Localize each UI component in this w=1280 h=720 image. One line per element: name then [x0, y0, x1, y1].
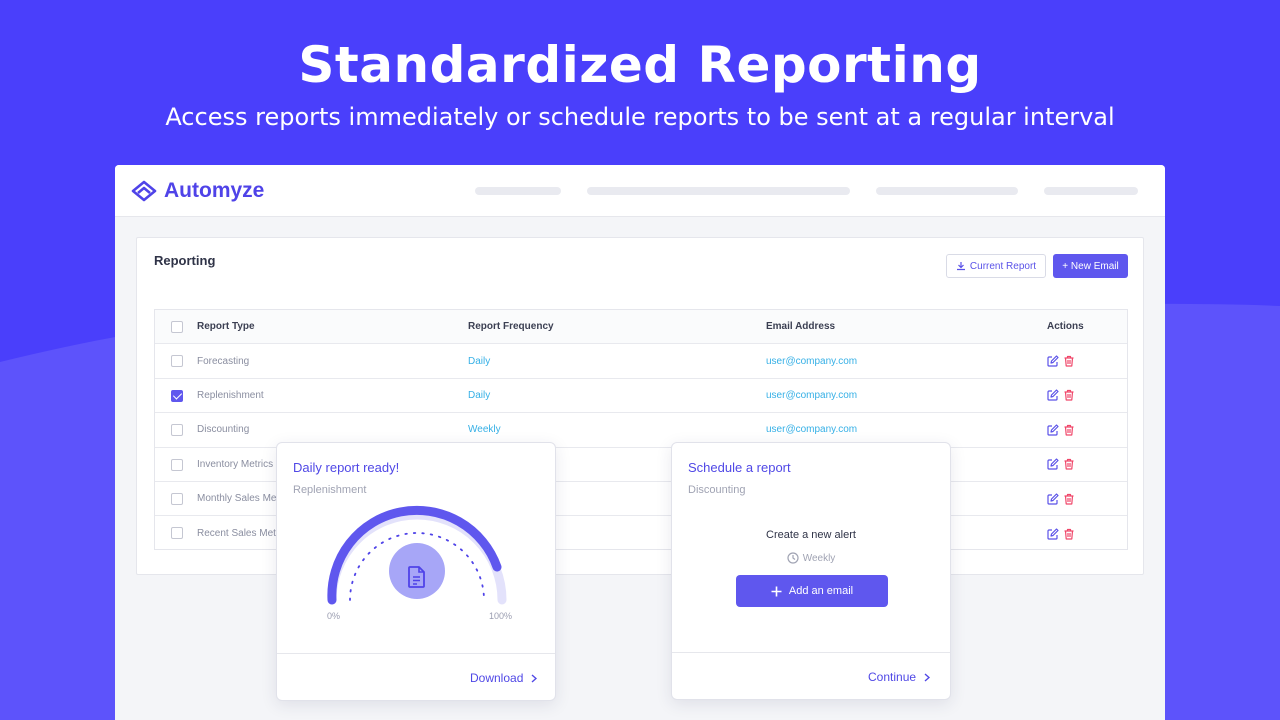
alert-frequency-label: Weekly: [802, 552, 836, 564]
schedule-card-footer: Continue: [672, 652, 950, 699]
schedule-card-title: Schedule a report: [688, 460, 791, 475]
report-frequency-cell: Daily: [468, 389, 491, 401]
add-email-button[interactable]: Add an email: [736, 575, 888, 607]
nav-placeholder-3[interactable]: [876, 187, 1018, 195]
daily-card-footer: Download: [277, 653, 555, 700]
nav-placeholder-4[interactable]: [1044, 187, 1138, 195]
trash-icon[interactable]: [1063, 355, 1075, 367]
col-email-address: Email Address: [766, 321, 836, 333]
col-report-type: Report Type: [197, 321, 255, 333]
chevron-right-icon: [924, 672, 931, 682]
clock-icon: [787, 552, 799, 564]
download-icon: [956, 262, 965, 271]
email-address-cell[interactable]: user@company.com: [766, 344, 857, 377]
select-all-checkbox[interactable]: [171, 321, 183, 333]
logo-icon: [131, 180, 157, 202]
logo-text: Automyze: [164, 179, 265, 202]
row-checkbox[interactable]: [171, 424, 183, 437]
gauge-min-label: 0%: [327, 611, 341, 621]
edit-icon[interactable]: [1047, 458, 1059, 470]
gauge-max-label: 100%: [489, 611, 513, 621]
actions-cell: [1047, 379, 1075, 412]
report-type-cell: Inventory Metrics: [197, 458, 274, 470]
continue-link[interactable]: Continue: [868, 670, 931, 684]
alert-frequency: Weekly: [672, 552, 950, 564]
trash-icon[interactable]: [1063, 458, 1075, 470]
actions-cell: [1047, 413, 1075, 446]
row-checkbox[interactable]: [171, 458, 183, 471]
daily-card-title: Daily report ready!: [293, 460, 400, 475]
panel-title: Reporting: [154, 253, 216, 268]
edit-icon[interactable]: [1047, 493, 1059, 505]
table-row: Forecasting Daily user@company.com: [155, 344, 1127, 379]
report-frequency-cell: Daily: [468, 355, 491, 367]
chevron-right-icon: [531, 673, 538, 683]
plus-icon: [771, 586, 782, 596]
edit-icon[interactable]: [1047, 424, 1059, 436]
document-icon: [408, 566, 425, 588]
report-type-cell: Recent Sales Met: [197, 528, 276, 540]
nav-placeholder-1[interactable]: [475, 187, 561, 195]
hero-subtitle: Access reports immediately or schedule r…: [165, 103, 1115, 131]
col-report-frequency: Report Frequency: [468, 321, 554, 333]
app-window: Automyze Reporting Current Report + New …: [115, 165, 1165, 720]
email-address-cell[interactable]: user@company.com: [766, 379, 857, 412]
schedule-report-card: Schedule a report Discounting Create a n…: [671, 442, 951, 700]
col-actions: Actions: [1047, 321, 1084, 333]
edit-icon[interactable]: [1047, 527, 1059, 540]
trash-icon[interactable]: [1063, 424, 1075, 436]
trash-icon[interactable]: [1063, 493, 1075, 505]
table-header: Report Type Report Frequency Email Addre…: [155, 310, 1127, 345]
edit-icon[interactable]: [1047, 355, 1059, 367]
row-checkbox[interactable]: [171, 492, 183, 505]
actions-cell: [1047, 516, 1075, 550]
row-checkbox[interactable]: [171, 527, 183, 540]
progress-gauge: [327, 505, 507, 605]
current-report-button[interactable]: Current Report: [946, 254, 1046, 278]
actions-cell: [1047, 482, 1075, 515]
download-label: Download: [470, 671, 524, 685]
create-alert-title: Create a new alert: [766, 529, 856, 541]
report-type-cell: Monthly Sales Me: [197, 493, 277, 505]
add-email-label: Add an email: [788, 585, 854, 597]
actions-cell: [1047, 448, 1075, 481]
report-type-cell: Replenishment: [197, 389, 264, 401]
daily-card-subtitle: Replenishment: [293, 484, 367, 496]
edit-icon[interactable]: [1047, 389, 1059, 402]
top-bar: Automyze: [115, 165, 1165, 217]
row-checkbox[interactable]: [171, 389, 183, 402]
report-type-cell: Forecasting: [197, 355, 250, 367]
trash-icon[interactable]: [1063, 389, 1075, 402]
row-checkbox[interactable]: [171, 355, 183, 368]
new-email-button[interactable]: + New Email: [1053, 254, 1128, 278]
schedule-card-subtitle: Discounting: [688, 484, 746, 496]
daily-report-card: Daily report ready! Replenishment 0% 100…: [276, 442, 556, 701]
trash-icon[interactable]: [1063, 528, 1075, 540]
hero-title: Standardized Reporting: [298, 36, 982, 94]
logo[interactable]: Automyze: [131, 179, 264, 203]
current-report-label: Current Report: [969, 260, 1037, 272]
download-link[interactable]: Download: [470, 671, 538, 685]
actions-cell: [1047, 344, 1075, 377]
nav-placeholder-2[interactable]: [587, 187, 850, 195]
continue-label: Continue: [868, 670, 917, 684]
report-type-cell: Discounting: [197, 424, 250, 436]
table-row: Replenishment Daily user@company.com: [155, 379, 1127, 414]
